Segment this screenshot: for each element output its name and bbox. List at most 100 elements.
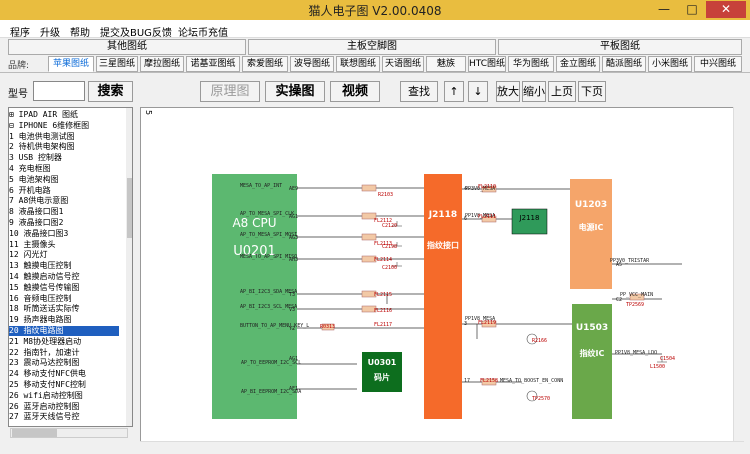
net-label: MESA_TO_AP_INT: [240, 183, 283, 189]
search-button[interactable]: 搜索: [88, 81, 133, 102]
zoom-out-button[interactable]: 缩小: [522, 81, 546, 102]
brand-tab-7[interactable]: 天语图纸: [382, 56, 424, 72]
brand-tab-3[interactable]: 诺基亚图纸: [186, 56, 240, 72]
tree-item[interactable]: 8 液晶接口图1: [9, 207, 119, 217]
brand-tab-14[interactable]: 中兴图纸: [694, 56, 742, 72]
brand-tab-2[interactable]: 摩拉图纸: [140, 56, 184, 72]
component-ref: R0313: [320, 324, 336, 330]
page-indicator: 5: [144, 110, 153, 116]
j2118-small-label: J2118: [519, 214, 540, 222]
tree-item[interactable]: 16 音频电压控制: [9, 294, 119, 304]
brand-tab-13[interactable]: 小米图纸: [648, 56, 692, 72]
tree-item[interactable]: 4 充电框图: [9, 164, 119, 174]
net-label: PP_VCC_MAIN: [620, 292, 654, 298]
brand-label: 品牌:: [8, 61, 30, 71]
category-board[interactable]: 主板空脚图: [248, 39, 496, 55]
down-button[interactable]: ↓: [468, 81, 488, 102]
net-label: PP3V0_TRISTAR: [610, 258, 650, 264]
connector-ref: J2118: [428, 210, 458, 220]
component-ref: TP2570: [532, 396, 551, 402]
brand-tab-0[interactable]: 苹果图纸: [48, 56, 94, 72]
tree-scroll-thumb[interactable]: [127, 178, 132, 238]
brand-tab-11[interactable]: 金立图纸: [556, 56, 600, 72]
brand-tab-8[interactable]: 魅族: [426, 56, 466, 72]
brand-tab-6[interactable]: 联想图纸: [336, 56, 380, 72]
menu-feedback[interactable]: 提交及BUG反馈: [100, 24, 172, 39]
tree-item[interactable]: 26 wifi启动控制图: [9, 391, 119, 401]
tree-item[interactable]: 19 扬声器电路图: [9, 315, 119, 325]
brand-tab-5[interactable]: 波导图纸: [290, 56, 334, 72]
brand-tab-1[interactable]: 三星图纸: [96, 56, 138, 72]
video-button[interactable]: 视频: [330, 81, 380, 102]
component-ref: FL2111: [478, 214, 497, 220]
menu-help[interactable]: 帮助: [70, 24, 90, 39]
net-label: AP_TO_EEPROM_I2C_SCL: [241, 360, 302, 366]
category-tablet[interactable]: 平板图纸: [498, 39, 742, 55]
category-other[interactable]: 其他图纸: [8, 39, 246, 55]
next-page-button[interactable]: 下页: [578, 81, 606, 102]
tree-item[interactable]: 27 蓝牙天线信号控: [9, 412, 119, 422]
tree-item[interactable]: 3 USB 控制器: [9, 153, 119, 163]
tree-item[interactable]: 13 触摸电压控制: [9, 261, 119, 271]
menu-upgrade[interactable]: 升级: [40, 24, 60, 39]
model-input[interactable]: [33, 81, 85, 101]
tree-item[interactable]: 23 震动马达控制图: [9, 358, 119, 368]
tree-item[interactable]: ⊟ IPHONE 6维修框图: [9, 121, 119, 131]
net-label: AP_BI_I2C3_SCL_MESA: [240, 304, 298, 310]
find-button[interactable]: 查找: [400, 81, 438, 102]
tree-item[interactable]: 2 待机供电架构图: [9, 142, 119, 152]
brand-tab-12[interactable]: 酷派图纸: [602, 56, 646, 72]
net-label: AP_TO_MESA_SPI_MOSI: [240, 232, 298, 238]
tree-item[interactable]: 25 移动支付NFC控制: [9, 380, 119, 390]
menu-recharge[interactable]: 论坛币充值: [178, 24, 228, 39]
tree-item[interactable]: 9 液晶接口图2: [9, 218, 119, 228]
viewer-horizontal-scrollbar[interactable]: [140, 441, 744, 451]
viewer-vertical-scrollbar[interactable]: [733, 107, 744, 450]
tree-item[interactable]: 11 主摄像头: [9, 240, 119, 250]
tree-item[interactable]: 6 开机电路: [9, 186, 119, 196]
tree-item[interactable]: 22 指南针，加速计: [9, 348, 119, 358]
tree-item[interactable]: 21 M8协处理器启动: [9, 337, 119, 347]
tree-hscroll-thumb[interactable]: [12, 429, 57, 437]
prev-page-button[interactable]: 上页: [548, 81, 576, 102]
tree-item[interactable]: 18 听筒送话实际传: [9, 304, 119, 314]
svg-text:AE9: AE9: [289, 186, 298, 192]
tree-item[interactable]: 1 电池供电测试图: [9, 132, 119, 142]
maximize-button[interactable]: □: [678, 1, 706, 18]
zoom-in-button[interactable]: 放大: [496, 81, 520, 102]
menu-program[interactable]: 程序: [10, 24, 30, 39]
close-button[interactable]: ✕: [706, 1, 746, 18]
net-label: AP_BI_EEPROM_I2C_SDA: [241, 389, 302, 395]
component-ref: FL2114: [374, 257, 393, 263]
tree-item[interactable]: ⊞ IPAD AIR 图纸: [9, 110, 119, 120]
tree-item[interactable]: 26 蓝牙启动控制图: [9, 402, 119, 412]
tree-vertical-scrollbar[interactable]: [126, 108, 132, 426]
up-button[interactable]: ↑: [444, 81, 464, 102]
model-tree[interactable]: ⊞ IPAD AIR 图纸 ⊟ IPHONE 6维修框图 1 电池供电测试图 2 …: [8, 107, 133, 427]
component-ref: R2103: [378, 192, 394, 198]
tree-item[interactable]: 14 触摸启动信号控: [9, 272, 119, 282]
pmic-label: 电源IC: [578, 223, 604, 232]
brand-tab-9[interactable]: HTC图纸: [468, 56, 506, 72]
connector-label: 指纹接口: [427, 241, 459, 250]
tree-item[interactable]: 12 闪光灯: [9, 250, 119, 260]
brand-tab-4[interactable]: 索爱图纸: [242, 56, 288, 72]
schematic-button[interactable]: 原理图: [200, 81, 260, 102]
minimize-button[interactable]: —: [650, 1, 678, 18]
tree-item[interactable]: 20 指纹电路图: [9, 326, 119, 336]
component-ref: TP2569: [626, 302, 645, 308]
tree-item[interactable]: 24 移动支付NFC供电: [9, 369, 119, 379]
net-label: PP1V8_MESA_LDO: [615, 350, 658, 356]
pmic-ref: U1203: [574, 200, 608, 210]
tree-item[interactable]: 15 触摸信号传输图: [9, 283, 119, 293]
tree-item[interactable]: 10 液晶接口图3: [9, 229, 119, 239]
component-ref: C2100: [382, 265, 398, 271]
tree-item[interactable]: 7 A8供电示意图: [9, 196, 119, 206]
model-label: 型号: [8, 89, 28, 100]
photo-button[interactable]: 实操图: [265, 81, 325, 102]
eeprom-label: 码片: [374, 373, 390, 382]
component-ref: FL2119: [478, 320, 497, 326]
brand-tab-10[interactable]: 华为图纸: [508, 56, 554, 72]
component-ref: FL2116: [374, 308, 393, 314]
tree-item[interactable]: 5 电池架构图: [9, 175, 119, 185]
